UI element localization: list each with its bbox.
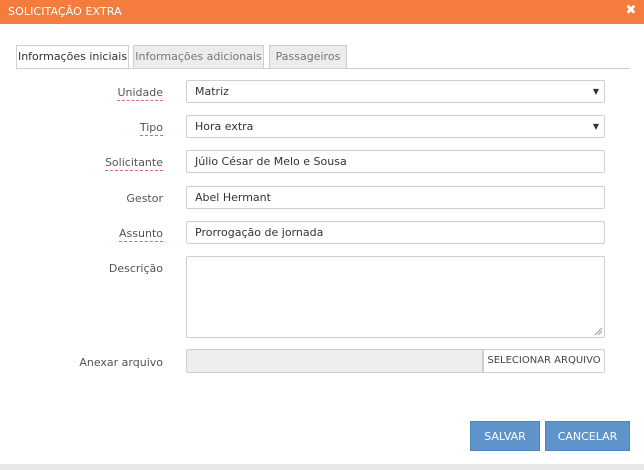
file-path-input bbox=[186, 349, 483, 373]
cancel-button[interactable]: CANCELAR bbox=[545, 421, 630, 451]
gestor-value: Abel Hermant bbox=[195, 191, 271, 204]
unidade-value: Matriz bbox=[195, 85, 229, 98]
tipo-label: Tipo bbox=[139, 121, 163, 136]
unidade-select[interactable]: Matriz ▼ bbox=[186, 80, 605, 103]
gestor-input[interactable]: Abel Hermant bbox=[186, 186, 605, 209]
tipo-select[interactable]: Hora extra ▼ bbox=[186, 115, 605, 138]
solicitante-value: Júlio César de Melo e Sousa bbox=[195, 155, 347, 168]
tipo-value: Hora extra bbox=[195, 120, 254, 133]
solicitante-label: Solicitante bbox=[104, 156, 163, 171]
close-icon[interactable]: ✖ bbox=[624, 4, 638, 18]
dialog-titlebar: SOLICITAÇÃO EXTRA ✖ bbox=[0, 0, 644, 24]
gestor-label: Gestor bbox=[126, 192, 163, 205]
descricao-label: Descrição bbox=[108, 262, 163, 275]
resize-handle-icon[interactable] bbox=[594, 327, 602, 335]
dialog-title: SOLICITAÇÃO EXTRA bbox=[8, 5, 122, 18]
background-strip bbox=[0, 464, 644, 470]
assunto-input[interactable]: Prorrogação de jornada bbox=[186, 221, 605, 244]
tab-divider bbox=[16, 68, 630, 69]
tab-informacoes-iniciais[interactable]: Informações iniciais bbox=[16, 45, 129, 70]
chevron-down-icon: ▼ bbox=[592, 87, 599, 96]
tab-informacoes-adicionais[interactable]: Informações adicionais bbox=[133, 45, 264, 69]
descricao-textarea[interactable] bbox=[186, 256, 605, 338]
assunto-label: Assunto bbox=[119, 227, 163, 242]
save-button[interactable]: SALVAR bbox=[470, 421, 540, 451]
solicitante-input[interactable]: Júlio César de Melo e Sousa bbox=[186, 150, 605, 173]
anexar-label: Anexar arquivo bbox=[79, 356, 163, 369]
chevron-down-icon: ▼ bbox=[592, 122, 599, 131]
unidade-label: Unidade bbox=[117, 86, 163, 101]
select-file-button[interactable]: SELECIONAR ARQUIVO bbox=[483, 349, 605, 373]
tab-passageiros[interactable]: Passageiros bbox=[269, 45, 347, 69]
assunto-value: Prorrogação de jornada bbox=[195, 226, 324, 239]
